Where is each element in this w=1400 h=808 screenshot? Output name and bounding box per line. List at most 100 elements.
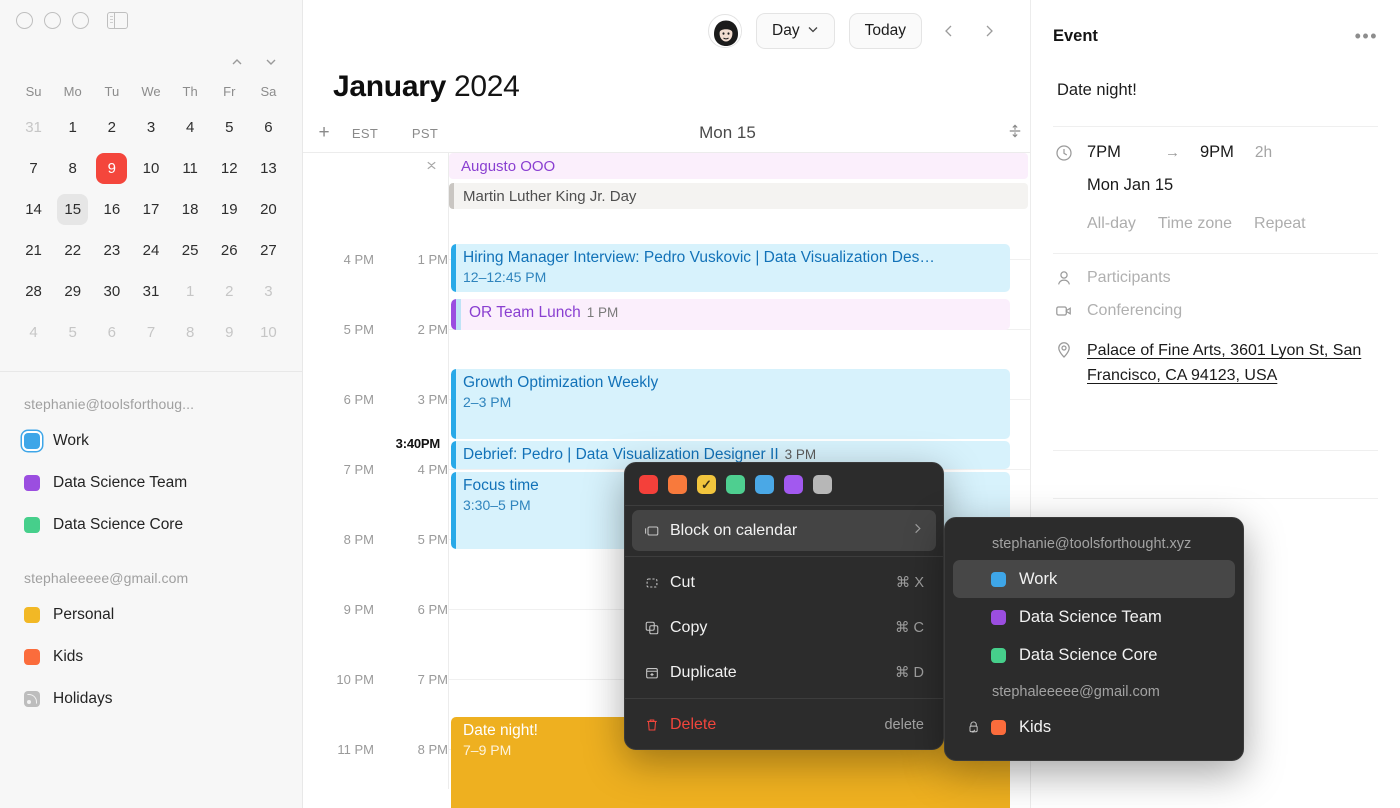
calendar-color-swatch[interactable] bbox=[24, 607, 40, 623]
mini-calendar-day[interactable]: 5 bbox=[53, 312, 92, 353]
color-swatch-gray[interactable] bbox=[813, 475, 832, 494]
mini-calendar-day[interactable]: 1 bbox=[171, 271, 210, 312]
mini-calendar-day[interactable]: 22 bbox=[53, 230, 92, 271]
calendar-event[interactable]: Hiring Manager Interview: Pedro Vuskovic… bbox=[451, 244, 1010, 292]
location-field[interactable]: Palace of Fine Arts, 3601 Lyon St, San F… bbox=[1053, 320, 1378, 388]
color-swatch-purple[interactable] bbox=[784, 475, 803, 494]
context-menu-item-block-on-calendar[interactable]: Block on calendar bbox=[632, 510, 936, 551]
mini-calendar-day[interactable]: 3 bbox=[249, 271, 288, 312]
mini-calendar-day[interactable]: 21 bbox=[14, 230, 53, 271]
chevron-right-icon[interactable] bbox=[976, 18, 1002, 44]
sidebar-calendar-kids[interactable]: Kids bbox=[0, 636, 302, 678]
mini-calendar-day[interactable]: 12 bbox=[210, 148, 249, 189]
event-start-time[interactable]: 7PM bbox=[1087, 143, 1121, 162]
close-window-button[interactable] bbox=[16, 12, 33, 29]
mini-calendar-day[interactable]: 7 bbox=[14, 148, 53, 189]
mini-calendar-day[interactable]: 9 bbox=[210, 312, 249, 353]
sidebar-toggle-icon[interactable] bbox=[107, 11, 128, 30]
collapse-allday-icon[interactable] bbox=[425, 159, 438, 173]
mini-calendar-day[interactable]: 27 bbox=[249, 230, 288, 271]
chevron-up-icon[interactable] bbox=[230, 55, 244, 69]
mini-calendar-day[interactable]: 2 bbox=[210, 271, 249, 312]
mini-calendar-day[interactable]: 8 bbox=[171, 312, 210, 353]
mini-calendar-day[interactable]: 1 bbox=[53, 107, 92, 148]
mini-calendar-day[interactable]: 10 bbox=[249, 312, 288, 353]
calendar-color-swatch[interactable] bbox=[24, 433, 40, 449]
context-menu[interactable]: ✓ Block on calendar Cut ⌘ X Copy ⌘ C Duplicat… bbox=[624, 462, 944, 750]
sidebar-calendar-personal[interactable]: Personal bbox=[0, 594, 302, 636]
mini-calendar-day[interactable]: 15 bbox=[53, 189, 92, 230]
event-chip-all-day[interactable]: All-day bbox=[1087, 215, 1136, 233]
user-avatar[interactable] bbox=[708, 14, 743, 48]
mini-calendar-day[interactable]: 31 bbox=[14, 107, 53, 148]
mini-calendar-day[interactable]: 6 bbox=[92, 312, 131, 353]
submenu-calendar-kids[interactable]: Kids bbox=[953, 708, 1235, 746]
mini-calendar-day[interactable]: 2 bbox=[92, 107, 131, 148]
sidebar-calendar-work[interactable]: Work bbox=[0, 420, 302, 462]
event-end-time[interactable]: 9PM bbox=[1200, 143, 1234, 162]
mini-calendar-day[interactable]: 23 bbox=[92, 230, 131, 271]
expand-rows-icon[interactable] bbox=[1000, 124, 1030, 142]
sidebar-calendar-data-science-team[interactable]: Data Science Team bbox=[0, 462, 302, 504]
event-name[interactable]: Date night! bbox=[1053, 47, 1378, 126]
context-menu-item-cut[interactable]: Cut ⌘ X bbox=[632, 562, 936, 603]
timezone-label-est[interactable]: EST bbox=[335, 126, 395, 141]
mini-calendar-day[interactable]: 6 bbox=[249, 107, 288, 148]
mini-calendar-day[interactable]: 20 bbox=[249, 189, 288, 230]
context-menu-item-duplicate[interactable]: Duplicate ⌘ D bbox=[632, 652, 936, 693]
mini-calendar-day[interactable]: 4 bbox=[14, 312, 53, 353]
mini-calendar-day[interactable]: 25 bbox=[171, 230, 210, 271]
context-menu-item-delete[interactable]: Delete delete bbox=[632, 704, 936, 745]
chevron-left-icon[interactable] bbox=[936, 18, 962, 44]
mini-calendar-day[interactable]: 18 bbox=[171, 189, 210, 230]
timezone-label-pst[interactable]: PST bbox=[395, 126, 455, 141]
mini-calendar-day[interactable]: 8 bbox=[53, 148, 92, 189]
color-swatch-orange[interactable] bbox=[668, 475, 687, 494]
chevron-down-icon[interactable] bbox=[264, 55, 278, 69]
color-swatch-yellow[interactable]: ✓ bbox=[697, 475, 716, 494]
sidebar-calendar-data-science-core[interactable]: Data Science Core bbox=[0, 504, 302, 546]
calendar-color-swatch[interactable] bbox=[24, 649, 40, 665]
event-location[interactable]: Palace of Fine Arts, 3601 Lyon St, San F… bbox=[1087, 338, 1378, 388]
mini-calendar-day[interactable]: 26 bbox=[210, 230, 249, 271]
rss-icon[interactable] bbox=[24, 691, 40, 707]
submenu-calendar-data-science-core[interactable]: Data Science Core bbox=[953, 636, 1235, 674]
color-swatch-red[interactable] bbox=[639, 475, 658, 494]
mini-calendar-day[interactable]: 13 bbox=[249, 148, 288, 189]
submenu-calendar-data-science-team[interactable]: Data Science Team bbox=[953, 598, 1235, 636]
calendar-color-swatch[interactable] bbox=[24, 475, 40, 491]
mini-calendar-day[interactable]: 30 bbox=[92, 271, 131, 312]
mini-calendar-day[interactable]: 28 bbox=[14, 271, 53, 312]
calendar-event[interactable]: OR Team Lunch 1 PM bbox=[451, 299, 1010, 330]
color-swatch-green[interactable] bbox=[726, 475, 745, 494]
all-day-event[interactable]: Martin Luther King Jr. Day bbox=[449, 183, 1028, 209]
mini-calendar-day[interactable]: 29 bbox=[53, 271, 92, 312]
view-selector-button[interactable]: Day bbox=[756, 13, 835, 49]
context-menu-item-copy[interactable]: Copy ⌘ C bbox=[632, 607, 936, 648]
mini-calendar-day[interactable]: 9 bbox=[92, 148, 131, 189]
maximize-window-button[interactable] bbox=[72, 12, 89, 29]
today-button[interactable]: Today bbox=[848, 13, 922, 49]
calendar-submenu[interactable]: stephanie@toolsforthought.xyz Work Data Sc… bbox=[944, 517, 1244, 761]
mini-calendar-day[interactable]: 4 bbox=[171, 107, 210, 148]
mini-calendar-day[interactable]: 5 bbox=[210, 107, 249, 148]
mini-calendar-day[interactable]: 3 bbox=[131, 107, 170, 148]
all-day-event[interactable]: Augusto OOO bbox=[449, 153, 1028, 179]
mini-calendar-day[interactable]: 14 bbox=[14, 189, 53, 230]
mini-calendar-day[interactable]: 17 bbox=[131, 189, 170, 230]
mini-calendar-day[interactable]: 10 bbox=[131, 148, 170, 189]
mini-calendar-day[interactable]: 19 bbox=[210, 189, 249, 230]
submenu-calendar-work[interactable]: Work bbox=[953, 560, 1235, 598]
minimize-window-button[interactable] bbox=[44, 12, 61, 29]
sidebar-calendar-holidays[interactable]: Holidays bbox=[0, 678, 302, 720]
color-swatch-blue[interactable] bbox=[755, 475, 774, 494]
participants-field[interactable]: Participants bbox=[1053, 254, 1378, 287]
more-options-icon[interactable]: ••• bbox=[1355, 26, 1378, 47]
mini-calendar-day[interactable]: 24 bbox=[131, 230, 170, 271]
event-chip-repeat[interactable]: Repeat bbox=[1254, 215, 1306, 233]
conferencing-field[interactable]: Conferencing bbox=[1053, 287, 1378, 320]
plus-icon[interactable]: + bbox=[313, 122, 335, 144]
calendar-event[interactable]: Growth Optimization Weekly 2–3 PM bbox=[451, 369, 1010, 439]
mini-calendar-day[interactable]: 11 bbox=[171, 148, 210, 189]
mini-calendar-day[interactable]: 7 bbox=[131, 312, 170, 353]
